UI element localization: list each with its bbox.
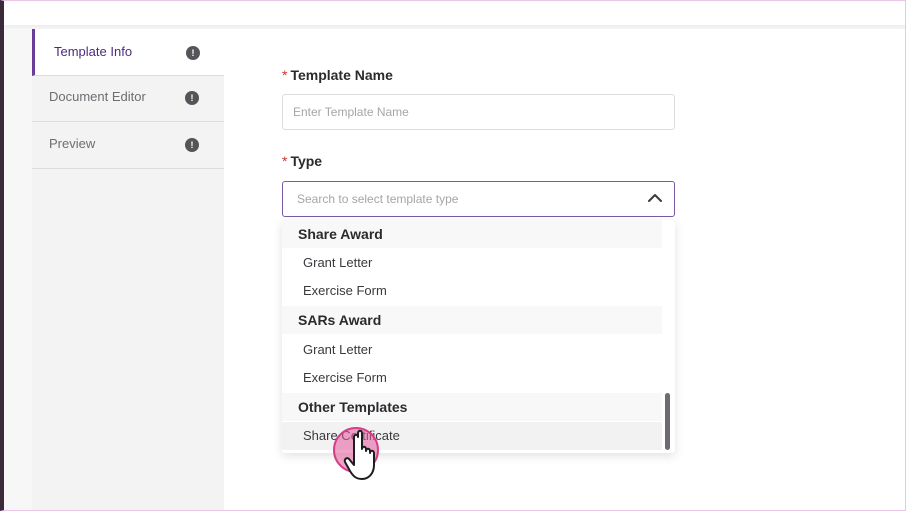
chevron-up-icon[interactable]	[648, 193, 662, 203]
app-frame: Template Info ! Document Editor ! Previe…	[0, 0, 906, 511]
option-share-award-grant-letter[interactable]: Grant Letter	[282, 249, 662, 277]
hand-pointer-icon	[333, 427, 379, 480]
template-form: * Template Name Enter Template Name * Type…	[224, 29, 905, 510]
step-label: Document Editor	[49, 89, 146, 104]
info-badge-icon: !	[185, 91, 199, 105]
template-name-input[interactable]: Enter Template Name	[282, 94, 675, 130]
option-sars-award-exercise-form[interactable]: Exercise Form	[282, 364, 662, 392]
step-preview[interactable]: Preview !	[32, 122, 224, 169]
step-template-info[interactable]: Template Info !	[32, 29, 224, 76]
required-mark: *	[282, 153, 288, 169]
info-badge-icon: !	[185, 138, 199, 152]
template-name-placeholder: Enter Template Name	[293, 105, 409, 119]
group-heading-sars-award: SARs Award	[282, 306, 662, 334]
template-name-label: * Template Name	[282, 67, 393, 83]
required-mark: *	[282, 67, 288, 83]
steps-sidebar: Template Info ! Document Editor ! Previe…	[32, 29, 224, 510]
step-label: Preview	[49, 136, 96, 151]
top-bar	[4, 1, 905, 25]
step-document-editor[interactable]: Document Editor !	[32, 75, 224, 122]
info-badge-icon: !	[186, 46, 200, 60]
group-heading-share-award: Share Award	[282, 220, 662, 248]
option-share-award-exercise-form[interactable]: Exercise Form	[282, 277, 662, 305]
type-select-placeholder: Search to select template type	[297, 192, 459, 206]
option-sars-award-grant-letter[interactable]: Grant Letter	[282, 336, 662, 364]
group-heading-other-templates: Other Templates	[282, 393, 662, 421]
type-label: * Type	[282, 153, 323, 169]
step-label: Template Info	[54, 44, 133, 59]
type-dropdown-menu: Share Award Grant Letter Exercise Form S…	[282, 220, 675, 453]
dropdown-scrollbar[interactable]	[665, 393, 670, 450]
type-select[interactable]: Search to select template type	[282, 181, 675, 217]
